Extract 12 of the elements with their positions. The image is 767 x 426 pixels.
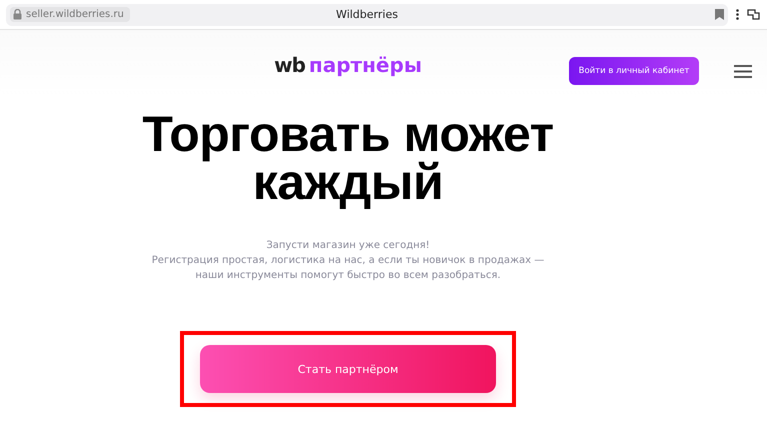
lock-icon	[13, 9, 22, 20]
login-button[interactable]: Войти в личный кабинет	[569, 57, 699, 85]
logo[interactable]: wb партнёры	[274, 53, 422, 77]
address-bar[interactable]: seller.wildberries.ru Wildberries	[6, 4, 728, 26]
more-icon[interactable]	[736, 9, 739, 20]
bookmark-icon[interactable]	[715, 9, 724, 20]
extension-icon[interactable]	[747, 8, 761, 22]
page-title: Wildberries	[336, 8, 398, 21]
url-text: seller.wildberries.ru	[26, 9, 124, 20]
menu-icon[interactable]	[734, 65, 752, 78]
subtitle: Запусти магазин уже сегодня! Регистрация простая, логистика на нас, а если ты новичок в продажах — наши инструменты помогут быстро во всем разобраться.	[152, 239, 544, 283]
become-partner-button[interactable]: Стать партнёром	[200, 345, 496, 393]
